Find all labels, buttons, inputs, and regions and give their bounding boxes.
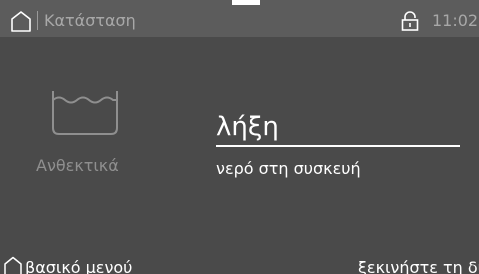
bottom-bar: βασικό μενού ξεκινήστε τη διαδικασία xyxy=(0,247,479,274)
main-value: λήξη xyxy=(216,112,279,142)
status-time: 11:02 xyxy=(432,11,479,30)
lock-icon xyxy=(401,11,419,31)
status-bar: Κατάσταση 11:02 xyxy=(0,0,479,37)
value-underline xyxy=(216,145,460,147)
status-separator xyxy=(37,11,38,30)
program-label: Ανθεκτικά xyxy=(36,156,119,175)
start-process-button[interactable]: ξεκινήστε τη διαδικασία xyxy=(358,258,479,274)
washtub-icon xyxy=(52,91,118,135)
status-message: νερό στη συσκευή xyxy=(216,159,361,178)
main-menu-label: βασικό μενού xyxy=(25,258,133,274)
top-marker xyxy=(232,0,260,5)
home-icon xyxy=(4,256,22,274)
home-icon[interactable] xyxy=(10,10,32,32)
status-title: Κατάσταση xyxy=(44,11,136,30)
